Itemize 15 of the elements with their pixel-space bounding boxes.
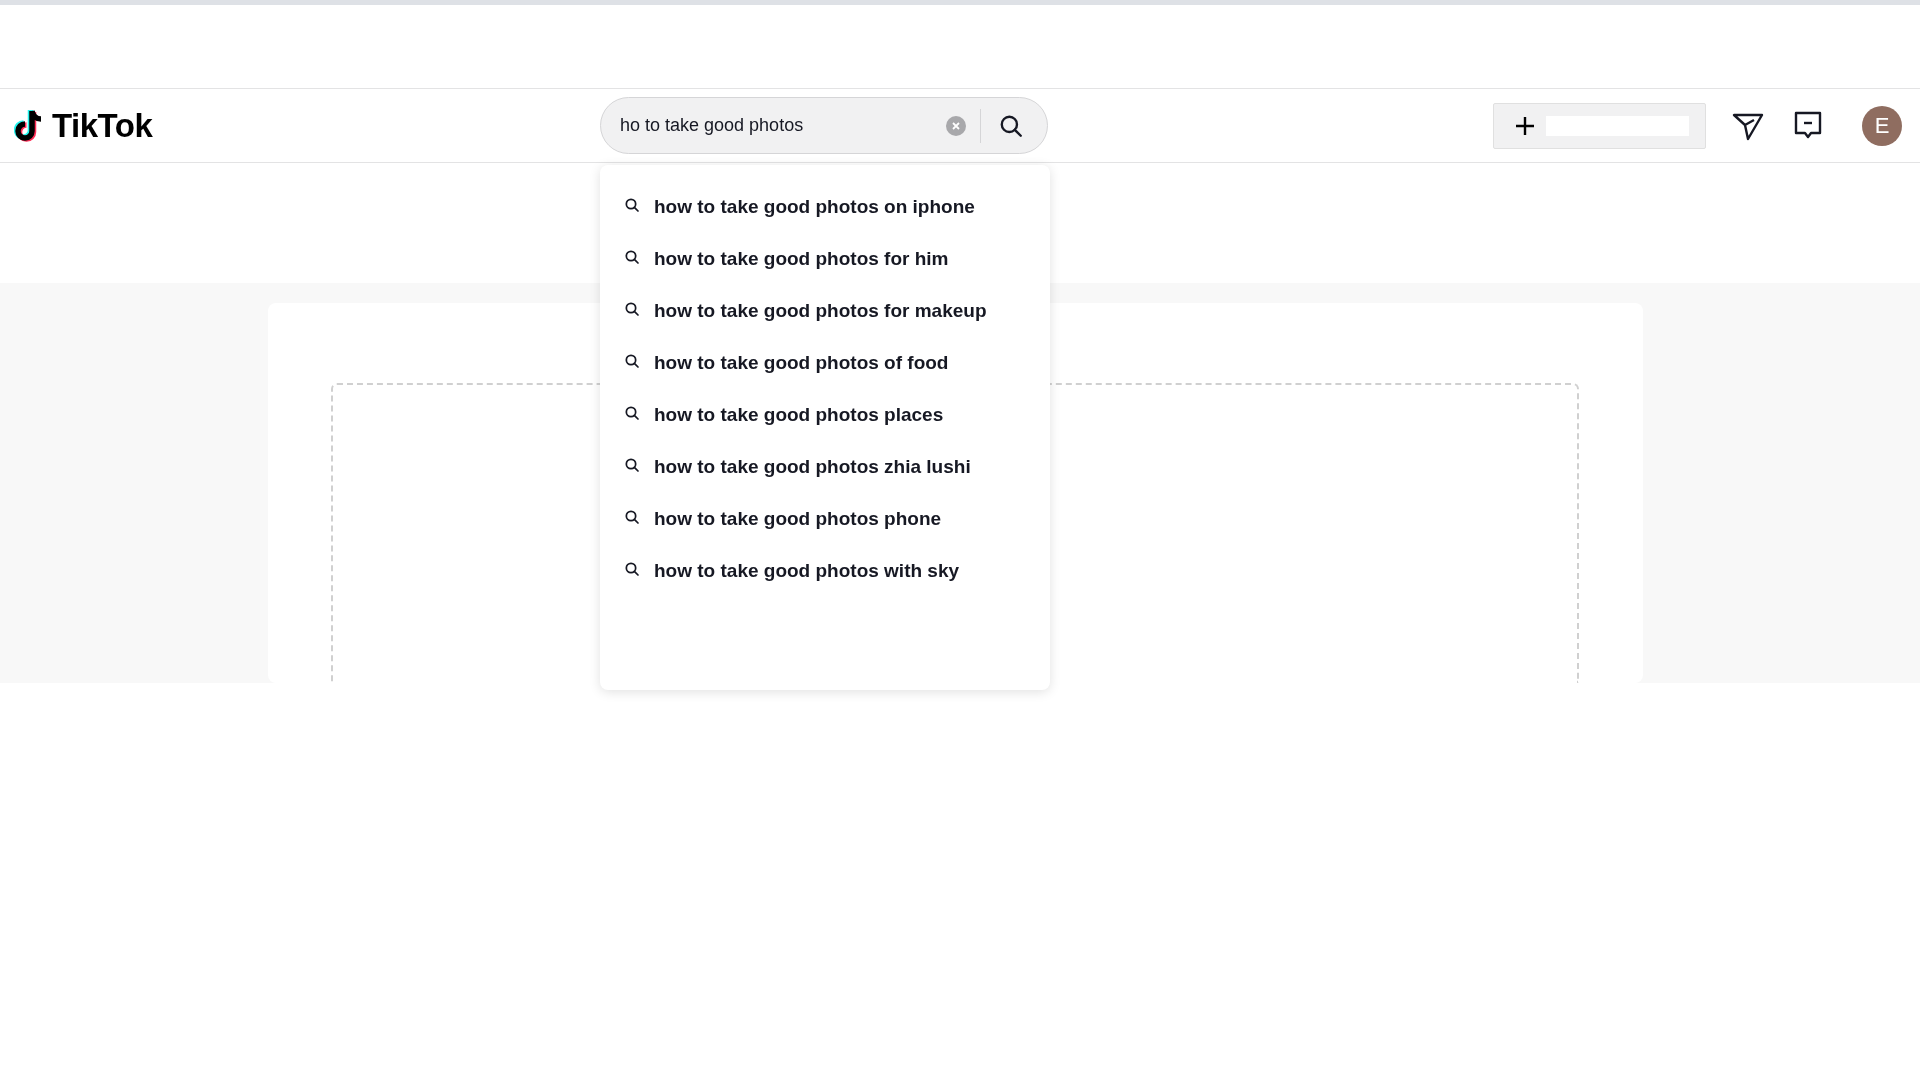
search-field[interactable]: ho to take good photos bbox=[600, 97, 1048, 154]
search-input[interactable]: ho to take good photos bbox=[620, 115, 940, 136]
close-icon bbox=[951, 120, 961, 131]
suggestion-item[interactable]: how to take good photos places bbox=[654, 404, 944, 426]
suggestion-item[interactable]: how to take good photos on iphone bbox=[654, 196, 975, 218]
suggestion-item[interactable]: how to take good photos with sky bbox=[654, 560, 960, 582]
plus-icon bbox=[1516, 116, 1534, 135]
suggestion-item[interactable]: how to take good photos zhia lushi bbox=[654, 456, 971, 478]
suggestion-item[interactable]: how to take good photos for him bbox=[654, 248, 949, 270]
message-icon[interactable] bbox=[1794, 110, 1822, 141]
suggestion-item[interactable]: how to take good photos of food bbox=[654, 352, 949, 374]
suggestion-item[interactable]: how to take good photos for makeup bbox=[654, 300, 987, 322]
avatar[interactable]: E bbox=[1862, 105, 1902, 146]
suggestion-item[interactable]: how to take good photos phone bbox=[654, 508, 942, 530]
logo-text[interactable]: TikTok bbox=[52, 106, 153, 145]
